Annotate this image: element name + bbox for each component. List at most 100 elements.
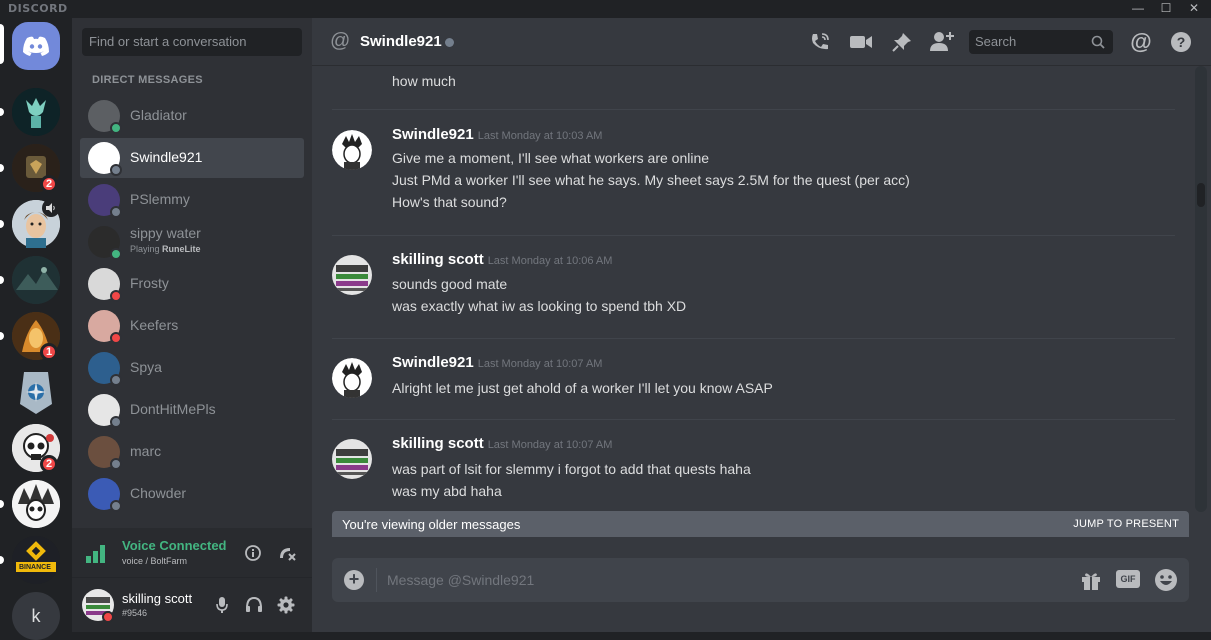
- chat-header: @ Swindle921 Search @ ?: [312, 18, 1211, 66]
- connection-info-icon[interactable]: [244, 544, 262, 562]
- maximize-button[interactable]: ☐: [1152, 0, 1180, 18]
- author-avatar[interactable]: [332, 358, 372, 398]
- dm-name: Gladiator: [130, 107, 187, 123]
- author-avatar[interactable]: [332, 130, 372, 170]
- dm-name: PSlemmy: [130, 191, 190, 207]
- mentions-icon[interactable]: @: [1130, 29, 1152, 54]
- scrollbar-thumb[interactable]: [1197, 183, 1205, 207]
- voice-call-icon[interactable]: [809, 31, 831, 53]
- status-dot: [110, 122, 122, 134]
- dragon-icon: [12, 88, 60, 136]
- server-1[interactable]: [12, 88, 60, 136]
- dm-item[interactable]: Gladiator: [80, 96, 304, 136]
- message-line: how much: [392, 73, 456, 89]
- server-binance[interactable]: BINANCE: [12, 536, 60, 584]
- add-friend-icon[interactable]: [929, 30, 955, 52]
- user-tag: #9546: [122, 608, 148, 618]
- discord-logo-icon: [23, 36, 49, 56]
- author-name[interactable]: Swindle921: [392, 126, 474, 143]
- server-rail: 2 1 2 BINANCE k: [0, 18, 72, 640]
- mention-badge: 2: [40, 455, 58, 473]
- dm-item[interactable]: marc: [80, 432, 304, 472]
- message-line: Just PMd a worker I'll see what he says.…: [392, 172, 910, 188]
- speaker-icon: [42, 199, 60, 217]
- author-avatar[interactable]: [332, 439, 372, 479]
- gif-button[interactable]: GIF: [1116, 570, 1140, 588]
- dm-item[interactable]: Frosty: [80, 264, 304, 304]
- chat-panel: @ Swindle921 Search @ ? how much Swindle…: [312, 18, 1211, 632]
- dm-item[interactable]: sippy water Playing RuneLite: [80, 222, 304, 262]
- message-line: was exactly what iw as looking to spend …: [392, 298, 687, 314]
- dm-item[interactable]: Spya: [80, 348, 304, 388]
- binance-icon: [12, 536, 60, 584]
- server-8[interactable]: [12, 480, 60, 528]
- status-dot: [110, 290, 122, 302]
- minimize-button[interactable]: —: [1124, 0, 1152, 18]
- author-name[interactable]: Swindle921: [392, 354, 474, 371]
- dm-search-input[interactable]: Find or start a conversation: [82, 28, 302, 56]
- message-author[interactable]: skilling scott Last Monday at 10:07 AM: [392, 435, 612, 452]
- message-input[interactable]: Message @Swindle921: [387, 572, 534, 588]
- dm-item[interactable]: Keefers: [80, 306, 304, 346]
- mention-badge: 2: [40, 175, 58, 193]
- status-dot: [110, 500, 122, 512]
- status-dot: [110, 164, 122, 176]
- older-messages-notice: You're viewing older messages: [342, 517, 521, 532]
- signal-bars-icon: [86, 545, 105, 563]
- server-initial: k: [31, 605, 41, 626]
- username: skilling scott: [122, 591, 193, 606]
- dm-list: Gladiator Swindle921 PSlemmy sippy water Pla…: [80, 96, 304, 526]
- message-divider: [332, 419, 1175, 420]
- message-timestamp: Last Monday at 10:07 AM: [477, 358, 603, 370]
- emoji-icon[interactable]: [1154, 568, 1178, 592]
- dm-name: sippy water: [130, 225, 201, 241]
- home-button[interactable]: [12, 22, 60, 70]
- microphone-icon[interactable]: [214, 596, 230, 614]
- server-4[interactable]: [12, 256, 60, 304]
- dm-name: Swindle921: [130, 149, 203, 165]
- message-timestamp: Last Monday at 10:06 AM: [487, 255, 613, 267]
- unread-indicator: [0, 276, 4, 284]
- author-name[interactable]: skilling scott: [392, 251, 484, 268]
- dm-name: DontHitMePls: [130, 401, 216, 417]
- gift-icon[interactable]: [1080, 569, 1102, 591]
- close-button[interactable]: ✕: [1180, 0, 1208, 18]
- server-k[interactable]: k: [12, 592, 60, 640]
- author-avatar[interactable]: [332, 255, 372, 295]
- message-divider: [332, 109, 1175, 110]
- app-brand: DISCORD: [8, 2, 68, 15]
- voice-panel: Voice Connected voice / BoltFarm: [72, 528, 312, 578]
- scrollbar-track[interactable]: [1195, 66, 1207, 512]
- message-author[interactable]: Swindle921 Last Monday at 10:03 AM: [392, 126, 602, 143]
- help-icon[interactable]: ?: [1170, 31, 1192, 53]
- recipient-status-dot: [445, 38, 454, 47]
- jump-to-present-button[interactable]: JUMP TO PRESENT: [1073, 518, 1179, 530]
- status-dot: [110, 332, 122, 344]
- dm-item[interactable]: PSlemmy: [80, 180, 304, 220]
- message-author[interactable]: Swindle921 Last Monday at 10:07 AM: [392, 354, 602, 371]
- search-icon: [1090, 34, 1106, 50]
- server-6[interactable]: [12, 368, 60, 416]
- recipient-name: Swindle921: [360, 33, 442, 50]
- dm-name: marc: [130, 443, 162, 459]
- video-call-icon[interactable]: [849, 33, 873, 51]
- message-timestamp: Last Monday at 10:03 AM: [477, 130, 603, 142]
- dm-name: Keefers: [130, 317, 179, 333]
- voice-channel[interactable]: voice / BoltFarm: [122, 556, 187, 566]
- pinned-messages-icon[interactable]: [891, 31, 913, 53]
- dm-item[interactable]: DontHitMePls: [80, 390, 304, 430]
- selected-indicator: [0, 24, 4, 64]
- headphones-icon[interactable]: [245, 596, 263, 614]
- settings-gear-icon[interactable]: [277, 596, 295, 614]
- status-dot: [110, 374, 122, 386]
- disconnect-icon[interactable]: [277, 544, 297, 562]
- older-messages-bar: You're viewing older messages JUMP TO PR…: [332, 511, 1189, 537]
- message-author[interactable]: skilling scott Last Monday at 10:06 AM: [392, 251, 612, 268]
- unread-indicator: [0, 220, 4, 228]
- dm-item[interactable]: Swindle921: [80, 138, 304, 178]
- dm-item[interactable]: Chowder: [80, 474, 304, 514]
- author-name[interactable]: skilling scott: [392, 435, 484, 452]
- upload-plus-icon[interactable]: +: [344, 570, 364, 590]
- message-line: How's that sound?: [392, 194, 507, 210]
- unread-indicator: [0, 164, 4, 172]
